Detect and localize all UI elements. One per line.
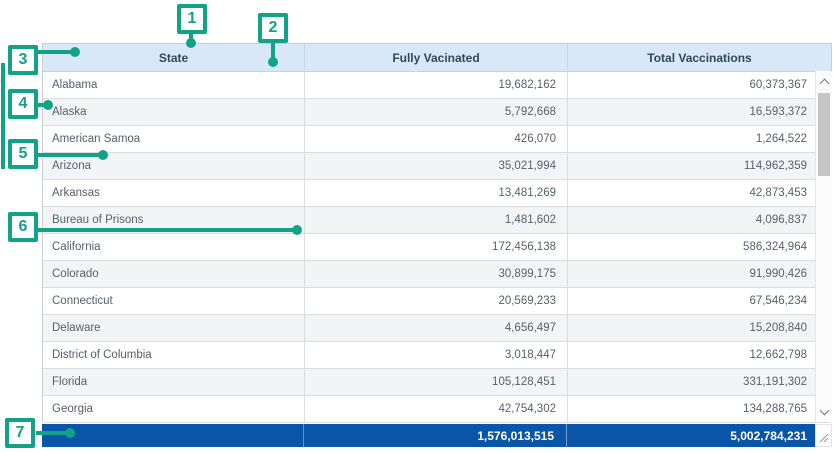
cell-fully-vaccinated: 13,481,269 <box>304 180 567 206</box>
annotation-number-3: 3 <box>19 51 28 69</box>
table-row[interactable]: Arizona 35,021,994 114,962,359 <box>43 153 831 180</box>
cell-fully-vaccinated: 30,899,175 <box>304 261 567 287</box>
annotation-callout-5: 5 <box>8 139 38 169</box>
scroll-down-icon[interactable] <box>820 406 830 416</box>
annotation-dot-2 <box>268 57 278 67</box>
annotation-callout-3: 3 <box>8 45 38 75</box>
annotation-dot-1 <box>186 38 196 48</box>
cell-fully-vaccinated: 4,656,497 <box>304 315 567 341</box>
table-header-row: State Fully Vacinated Total Vaccinations <box>43 44 831 72</box>
annotation-rail <box>1 63 5 169</box>
cell-fully-vaccinated: 5,792,668 <box>304 99 567 125</box>
cell-state: Delaware <box>43 315 304 341</box>
vertical-scrollbar[interactable] <box>815 71 832 422</box>
annotation-connector-5 <box>38 153 100 157</box>
cell-total-vaccinations: 114,962,359 <box>567 153 831 179</box>
attribute-table-screenshot: State Fully Vacinated Total Vaccinations… <box>0 0 833 453</box>
totals-total-vaccinations: 5,002,784,231 <box>566 424 815 447</box>
annotation-dot-4 <box>43 100 53 110</box>
table-row[interactable]: Connecticut 20,569,233 67,546,234 <box>43 288 831 315</box>
column-header-fully-vaccinated[interactable]: Fully Vacinated <box>304 44 567 71</box>
annotation-number-4: 4 <box>19 95 28 113</box>
cell-total-vaccinations: 15,208,840 <box>567 315 831 341</box>
cell-state: Alabama <box>43 72 304 98</box>
cell-state: Florida <box>43 369 304 395</box>
cell-state: Connecticut <box>43 288 304 314</box>
cell-total-vaccinations: 91,990,426 <box>567 261 831 287</box>
cell-state: Alaska <box>43 99 304 125</box>
table-row[interactable]: District of Columbia 3,018,447 12,662,79… <box>43 342 831 369</box>
annotation-callout-1: 1 <box>177 4 207 34</box>
scroll-up-icon[interactable] <box>820 79 830 89</box>
cell-total-vaccinations: 12,662,798 <box>567 342 831 368</box>
annotation-callout-6: 6 <box>8 212 38 242</box>
cell-state: Arkansas <box>43 180 304 206</box>
table-row[interactable]: Alaska 5,792,668 16,593,372 <box>43 99 831 126</box>
annotation-dot-7 <box>65 428 75 438</box>
annotation-connector-3 <box>38 50 72 54</box>
table-body: Alabama 19,682,162 60,373,367 Alaska 5,7… <box>43 72 831 423</box>
totals-state-cell <box>42 424 303 447</box>
table-row[interactable]: Arkansas 13,481,269 42,873,453 <box>43 180 831 207</box>
cell-total-vaccinations: 60,373,367 <box>567 72 831 98</box>
cell-total-vaccinations: 42,873,453 <box>567 180 831 206</box>
cell-state: American Samoa <box>43 126 304 152</box>
cell-fully-vaccinated: 426,070 <box>304 126 567 152</box>
annotation-number-7: 7 <box>16 424 25 442</box>
annotation-dot-5 <box>98 150 108 160</box>
cell-total-vaccinations: 1,264,522 <box>567 126 831 152</box>
table-row[interactable]: Alabama 19,682,162 60,373,367 <box>43 72 831 99</box>
cell-total-vaccinations: 16,593,372 <box>567 99 831 125</box>
table-row[interactable]: Florida 105,128,451 331,191,302 <box>43 369 831 396</box>
annotation-callout-7: 7 <box>5 418 35 448</box>
attribute-table: State Fully Vacinated Total Vaccinations… <box>42 43 832 422</box>
cell-fully-vaccinated: 105,128,451 <box>304 369 567 395</box>
annotation-number-2: 2 <box>269 19 278 37</box>
annotation-number-6: 6 <box>19 218 28 236</box>
resize-grip-icon[interactable] <box>819 433 829 443</box>
cell-state: Colorado <box>43 261 304 287</box>
cell-fully-vaccinated: 42,754,302 <box>304 396 567 422</box>
annotation-dot-3 <box>70 47 80 57</box>
column-header-total-vaccinations[interactable]: Total Vaccinations <box>567 44 831 71</box>
cell-fully-vaccinated: 3,018,447 <box>304 342 567 368</box>
cell-fully-vaccinated: 20,569,233 <box>304 288 567 314</box>
scrollbar-thumb[interactable] <box>818 93 830 176</box>
cell-total-vaccinations: 586,324,964 <box>567 234 831 260</box>
totals-row: 1,576,013,515 5,002,784,231 <box>42 424 815 447</box>
cell-fully-vaccinated: 35,021,994 <box>304 153 567 179</box>
cell-total-vaccinations: 331,191,302 <box>567 369 831 395</box>
annotation-number-5: 5 <box>19 145 28 163</box>
annotation-callout-2: 2 <box>258 13 288 43</box>
table-row[interactable]: California 172,456,138 586,324,964 <box>43 234 831 261</box>
table-row[interactable]: Georgia 42,754,302 134,288,765 <box>43 396 831 423</box>
table-row[interactable]: American Samoa 426,070 1,264,522 <box>43 126 831 153</box>
annotation-connector-7 <box>36 431 67 435</box>
column-header-state[interactable]: State <box>43 44 304 71</box>
cell-fully-vaccinated: 1,481,602 <box>304 207 567 233</box>
annotation-dot-6 <box>292 225 302 235</box>
cell-fully-vaccinated: 19,682,162 <box>304 72 567 98</box>
cell-total-vaccinations: 67,546,234 <box>567 288 831 314</box>
table-row[interactable]: Delaware 4,656,497 15,208,840 <box>43 315 831 342</box>
annotation-callout-4: 4 <box>8 89 38 119</box>
table-row[interactable]: Colorado 30,899,175 91,990,426 <box>43 261 831 288</box>
cell-state: District of Columbia <box>43 342 304 368</box>
cell-state: California <box>43 234 304 260</box>
annotation-number-1: 1 <box>188 10 197 28</box>
annotation-connector-6 <box>38 228 294 232</box>
cell-total-vaccinations: 134,288,765 <box>567 396 831 422</box>
totals-fully-vaccinated: 1,576,013,515 <box>303 424 566 447</box>
cell-fully-vaccinated: 172,456,138 <box>304 234 567 260</box>
cell-total-vaccinations: 4,096,837 <box>567 207 831 233</box>
cell-state: Georgia <box>43 396 304 422</box>
